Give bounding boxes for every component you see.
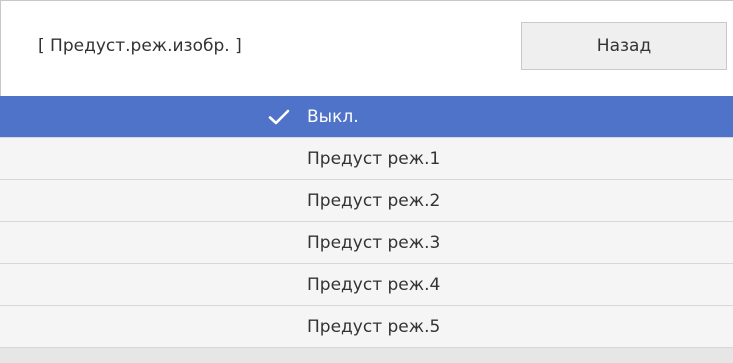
option-preset-4[interactable]: Предуст реж.4 [0, 264, 733, 306]
menu-title: [ Предуст.реж.изобр. ] [38, 36, 242, 56]
preset-options-list: Выкл. Предуст реж.1 Предуст реж.2 Предус… [0, 96, 733, 348]
picture-preset-menu: [ Предуст.реж.изобр. ] Назад Выкл. Преду… [0, 0, 733, 363]
back-button[interactable]: Назад [521, 22, 727, 70]
option-label: Предуст реж.4 [307, 275, 441, 295]
option-label: Предуст реж.1 [307, 149, 441, 169]
option-preset-1[interactable]: Предуст реж.1 [0, 138, 733, 180]
option-label: Предуст реж.5 [307, 317, 441, 337]
option-preset-5[interactable]: Предуст реж.5 [0, 306, 733, 348]
option-off[interactable]: Выкл. [0, 96, 733, 138]
option-preset-2[interactable]: Предуст реж.2 [0, 180, 733, 222]
option-label: Выкл. [307, 107, 359, 127]
list-footer [0, 348, 733, 363]
check-icon [268, 109, 290, 125]
option-label: Предуст реж.3 [307, 233, 441, 253]
option-label: Предуст реж.2 [307, 191, 441, 211]
top-divider [0, 0, 733, 1]
option-preset-3[interactable]: Предуст реж.3 [0, 222, 733, 264]
